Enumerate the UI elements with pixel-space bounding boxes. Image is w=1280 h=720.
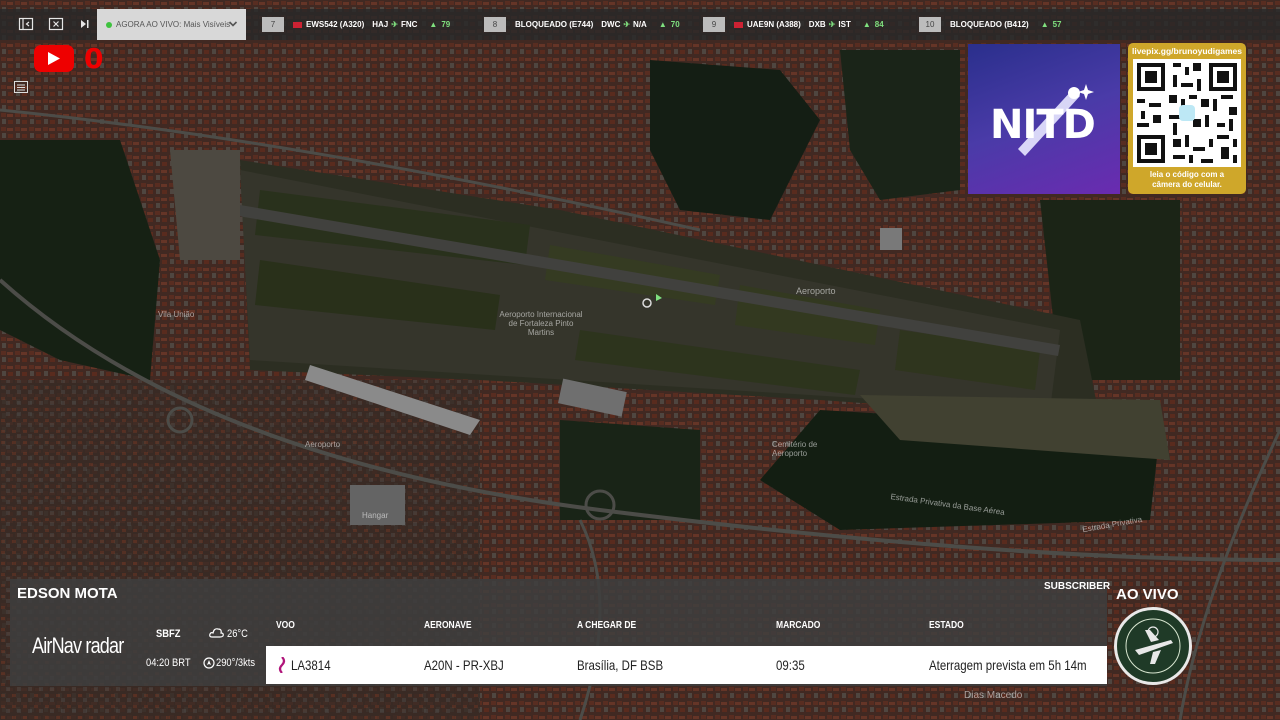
- flight-rank: 10: [919, 17, 941, 32]
- flight-item-9[interactable]: 9 UAE9N (A388) DXB ✈ IST ▲ 84: [703, 15, 884, 34]
- qr-caption-line-1: leia o código com a: [1149, 170, 1225, 179]
- close-panel-icon[interactable]: [48, 16, 64, 32]
- youtube-counter: 0: [84, 42, 104, 75]
- status: Aterragem prevista em 5h 14m: [929, 657, 1087, 673]
- flight-rank: 9: [703, 17, 725, 32]
- flight-from: DXB: [808, 20, 826, 29]
- local-time: 04:20 BRT: [146, 657, 191, 669]
- wind-compass-icon: [203, 656, 215, 674]
- flight-viewers: 70: [670, 20, 680, 29]
- flight-rank: 7: [262, 17, 284, 32]
- nitd-logo: NITD: [968, 44, 1120, 194]
- map-label-hangar: Hangar: [362, 511, 389, 520]
- nitd-wordmark: NITD: [990, 102, 1096, 148]
- origin: Brasília, DF BSB: [577, 657, 664, 673]
- flight-callsign: BLOQUEADO (E744): [515, 20, 594, 29]
- flight-callsign: EWS542 (A320): [306, 20, 365, 29]
- wind: 290°/3kts: [216, 657, 256, 669]
- flight-item-7[interactable]: 7 EWS542 (A320) HAJ ✈ FNC ▲ 79: [262, 15, 450, 34]
- flight-number: LA3814: [291, 657, 331, 673]
- live-dot-icon: [106, 21, 112, 28]
- plane-arrow-icon: ✈: [623, 20, 631, 29]
- top-bar: AGORA AO VIVO: Mais Visíveis 7 EWS542 (A…: [0, 9, 1280, 40]
- column-marcado: MARCADO: [776, 620, 821, 631]
- flight-callsign: UAE9N (A388): [747, 20, 801, 29]
- qr-caption: leia o código com a câmera do celular.: [1128, 170, 1246, 190]
- trend-up-icon: ▲: [429, 20, 438, 29]
- qr-code-panel: livepix.gg/brunoyudigames leia o código …: [1128, 43, 1246, 194]
- flight-viewers: 57: [1052, 20, 1062, 29]
- ao-vivo-label: AO VIVO: [1116, 586, 1179, 603]
- skip-next-icon[interactable]: [77, 16, 93, 32]
- trend-up-icon: ▲: [658, 20, 667, 29]
- map-label-cemetery: Cemitério de Aeroporto: [772, 440, 818, 458]
- channel-badge-logo: [1114, 607, 1192, 685]
- chevron-down-icon: [228, 19, 238, 31]
- plane-arrow-icon: ✈: [828, 20, 836, 29]
- qr-url: livepix.gg/brunoyudigames: [1131, 46, 1243, 56]
- map-label-aeroporto-left: Aeroporto: [305, 440, 341, 449]
- column-aeronave: AERONAVE: [424, 620, 472, 631]
- flight-item-10[interactable]: 10 BLOQUEADO (B412) ▲ 57: [919, 15, 1062, 34]
- aircraft: A20N - PR-XBJ: [424, 657, 504, 673]
- flight-rank: 8: [484, 17, 506, 32]
- flight-item-8[interactable]: 8 BLOQUEADO (E744) DWC ✈ N/A ▲ 70: [484, 15, 680, 34]
- list-icon[interactable]: [14, 80, 28, 98]
- airline-logo-icon: [278, 656, 286, 678]
- column-voo: VOO: [276, 620, 295, 631]
- qr-caption-line-2: câmera do celular.: [1152, 180, 1222, 189]
- plane-arrow-icon: ✈: [391, 20, 398, 29]
- streamer-name: EDSON MOTA: [17, 585, 118, 602]
- flight-viewers: 84: [874, 20, 884, 29]
- flight-to: IST: [838, 20, 851, 29]
- trend-up-icon: ▲: [862, 20, 871, 29]
- flight-from: DWC: [601, 20, 621, 29]
- airport-code: SBFZ: [156, 628, 181, 640]
- temperature: 26°C: [227, 628, 248, 640]
- airnav-brand: AirNav: [32, 633, 82, 658]
- airnav-radar: radar: [81, 633, 124, 658]
- column-a-chegar-de: A CHEGAR DE: [577, 620, 637, 631]
- weather-cloud-icon: [209, 626, 225, 645]
- qr-code-icon: [1133, 59, 1241, 167]
- flag-icon: [293, 21, 302, 28]
- flag-icon: [734, 21, 743, 28]
- live-select-label: AGORA AO VIVO: Mais Visíveis: [116, 20, 231, 29]
- trend-up-icon: ▲: [1040, 20, 1049, 29]
- live-mode-select[interactable]: AGORA AO VIVO: Mais Visíveis: [97, 9, 246, 40]
- flight-to: N/A: [633, 20, 647, 29]
- collapse-left-icon[interactable]: [18, 16, 34, 32]
- scheduled-time: 09:35: [776, 657, 805, 673]
- youtube-icon: [34, 45, 74, 72]
- subscriber-label: SUBSCRIBER: [1044, 581, 1111, 592]
- map-label-aeroporto: Aeroporto: [796, 286, 836, 296]
- map-label-airport-name: Aeroporto Internacional de Fortaleza Pin…: [499, 310, 583, 337]
- flight-row[interactable]: LA3814 A20N - PR-XBJ Brasília, DF BSB 09…: [266, 646, 1107, 684]
- flight-to: FNC: [400, 20, 418, 29]
- airnav-radar-logo: AirNav radar: [32, 633, 124, 659]
- map-label-dias-macedo: Dias Macedo: [964, 690, 1023, 701]
- map-label-vila-uniao: Vila União: [158, 310, 195, 319]
- flight-from: HAJ: [372, 20, 389, 29]
- column-estado: ESTADO: [929, 620, 964, 631]
- flight-viewers: 79: [441, 20, 451, 29]
- flight-callsign: BLOQUEADO (B412): [950, 20, 1029, 29]
